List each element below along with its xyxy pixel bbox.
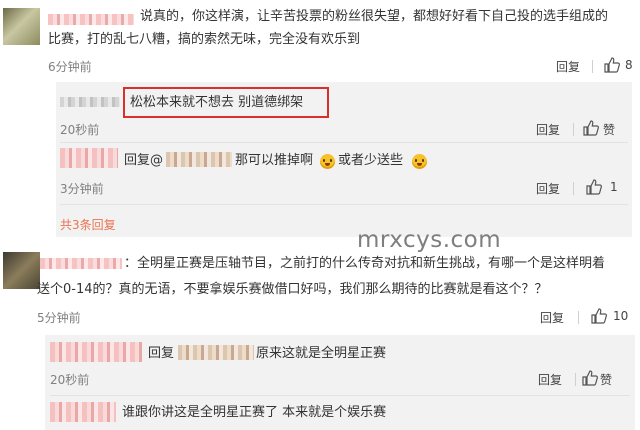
- reply-button[interactable]: 回复: [536, 180, 560, 197]
- comment-text: 比赛，打的乱七八糟，搞的索然无味，完全没有欢乐到: [48, 32, 361, 47]
- like-count: 1: [610, 180, 618, 194]
- smile-emoji-icon: [320, 154, 335, 169]
- reply-text: 谁跟你讲这是全明星正赛了 本来就是个娱乐赛: [122, 405, 387, 420]
- reply-text: 那可以推掉啊: [235, 153, 314, 168]
- thumbs-up-icon[interactable]: [586, 179, 602, 195]
- comment-text: 送个0-14的？真的无语，不要拿娱乐赛做借口好吗，我们那么期待的比赛就是看这个？…: [37, 282, 548, 297]
- reply-button[interactable]: 回复: [556, 58, 580, 75]
- timestamp: 20秒前: [50, 373, 90, 387]
- reply-button[interactable]: 回复: [536, 121, 560, 138]
- timestamp: 5分钟前: [37, 311, 81, 325]
- divider: [573, 182, 574, 195]
- like-label: 赞: [603, 123, 616, 137]
- avatar-blurred[interactable]: [60, 148, 118, 168]
- more-replies-link[interactable]: 共3条回复: [60, 216, 116, 233]
- divider: [592, 60, 593, 73]
- divider: [573, 123, 574, 136]
- timestamp: 3分钟前: [60, 182, 104, 196]
- mention-blurred[interactable]: [166, 152, 232, 167]
- like-count: 10: [613, 309, 629, 323]
- divider: [50, 395, 630, 396]
- reply-button[interactable]: 回复: [538, 371, 562, 388]
- username-blurred[interactable]: [40, 258, 122, 269]
- reply-text: 松松本来就不想去 别道德绑架: [130, 95, 304, 110]
- thumbs-up-icon[interactable]: [591, 308, 607, 324]
- thumbs-up-icon[interactable]: [583, 120, 599, 136]
- reply-text: 或者少送些: [338, 153, 404, 168]
- reply-prefix: 回复@: [124, 153, 164, 168]
- thumbs-up-icon[interactable]: [582, 370, 598, 386]
- divider: [578, 311, 579, 324]
- reply-button[interactable]: 回复: [540, 309, 564, 326]
- avatar[interactable]: [3, 8, 40, 45]
- avatar[interactable]: [3, 252, 40, 289]
- comment-text: ：全明星正赛是压轴节目，之前打的什么传奇对抗和新生挑战，有哪一个是这样明着: [124, 256, 606, 271]
- divider: [60, 142, 628, 143]
- avatar-blurred[interactable]: [50, 402, 116, 422]
- watermark: mrxcys.com: [357, 227, 502, 253]
- username-blurred[interactable]: [60, 97, 120, 107]
- like-label: 赞: [600, 373, 613, 387]
- reply-text: 原来这就是全明星正赛: [256, 346, 387, 361]
- timestamp: 20秒前: [60, 123, 100, 137]
- avatar-blurred[interactable]: [50, 342, 142, 362]
- reply-prefix: 回复: [148, 346, 175, 361]
- thumbs-up-icon[interactable]: [604, 57, 620, 73]
- like-count: 8: [625, 58, 633, 72]
- mention-blurred[interactable]: [178, 345, 254, 360]
- username-blurred[interactable]: [48, 14, 134, 25]
- divider: [60, 204, 628, 205]
- comment-text: 说真的，你这样演，让辛苦投票的粉丝很失望，都想好好看下自己投的选手组成的: [140, 9, 609, 24]
- timestamp: 6分钟前: [48, 60, 92, 74]
- smile-emoji-icon: [412, 154, 427, 169]
- divider: [575, 373, 576, 386]
